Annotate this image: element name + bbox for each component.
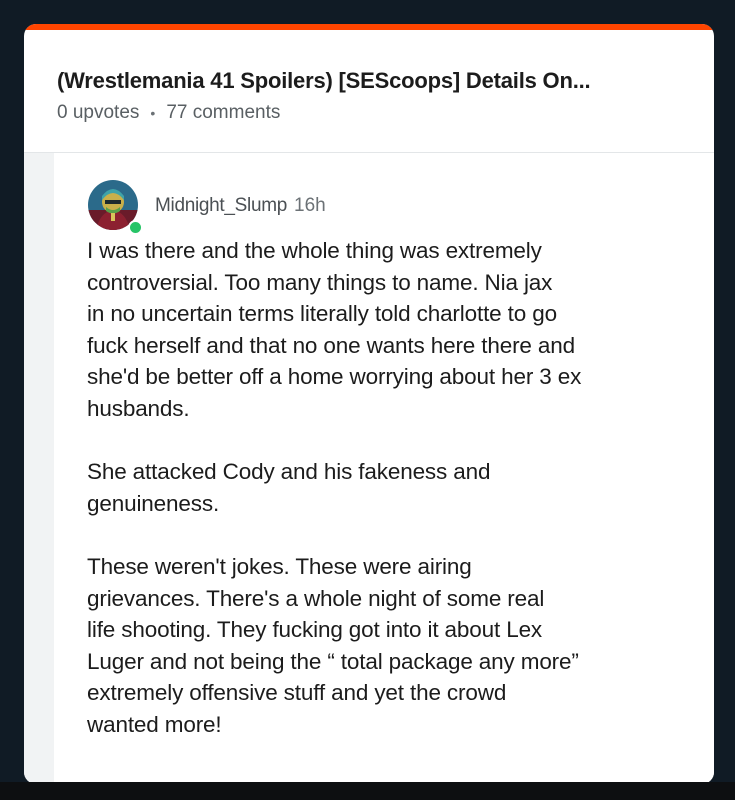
avatar[interactable] [88, 180, 143, 235]
screen: (Wrestlemania 41 Spoilers) [SEScoops] De… [0, 0, 735, 800]
post-card: (Wrestlemania 41 Spoilers) [SEScoops] De… [24, 24, 714, 784]
comment-header: Midnight_Slump 16h [155, 195, 326, 217]
post-meta: 0 upvotes • 77 comments [57, 102, 280, 124]
comment-paragraph: These weren't jokes. These were airing g… [87, 553, 579, 737]
comment-paragraph: She attacked Cody and his fakeness and g… [87, 459, 491, 516]
comment-body: I was there and the whole thing was extr… [87, 235, 697, 772]
meta-separator: • [150, 105, 156, 121]
comment-count[interactable]: 77 comments [166, 102, 280, 124]
comment-timestamp: 16h [294, 195, 326, 216]
bottom-strip [0, 782, 735, 800]
comment-paragraph: I was there and the whole thing was extr… [87, 238, 582, 421]
online-status-indicator [128, 220, 143, 235]
comment-thread-gutter [24, 153, 54, 784]
upvote-count: 0 upvotes [57, 102, 140, 123]
comment: Midnight_Slump 16h I was there and the w… [54, 153, 714, 784]
post-header[interactable]: (Wrestlemania 41 Spoilers) [SEScoops] De… [24, 30, 714, 153]
comment-username[interactable]: Midnight_Slump [155, 195, 287, 217]
post-title[interactable]: (Wrestlemania 41 Spoilers) [SEScoops] De… [57, 68, 697, 94]
